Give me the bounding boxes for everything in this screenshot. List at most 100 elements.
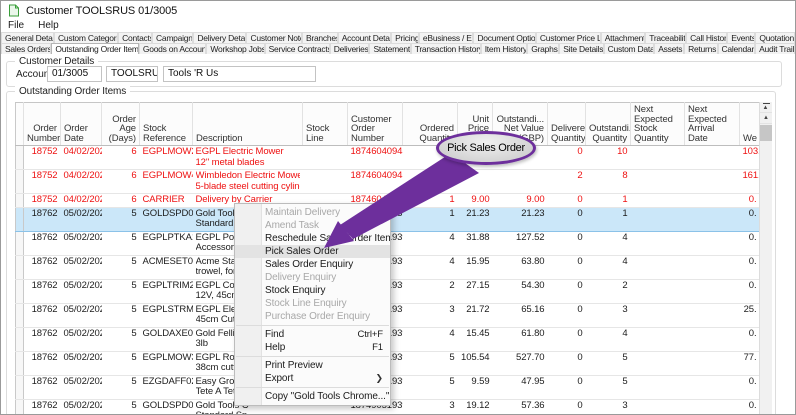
cell-weight: 0. [740,207,760,231]
tab-service-contracts[interactable]: Service Contracts [265,43,330,54]
column-header-weight[interactable]: We [740,103,760,146]
cell-outstanding_qty: 3 [586,399,631,415]
tab-workshop-jobs[interactable]: Workshop Jobs [206,43,264,54]
scroll-to-top-button[interactable]: ▲ [760,102,772,113]
tab-quotations[interactable]: Quotations [755,32,795,43]
column-header-order_number[interactable]: Order Number [24,103,61,146]
column-header-customer_order_number[interactable]: Customer Order Number [348,103,403,146]
menu-item-pick-sales-order[interactable]: Pick Sales Order [235,245,390,258]
tab-outstanding-order-items[interactable]: Outstanding Order Items [51,43,138,54]
tab-goods-on-account[interactable]: Goods on Account [139,43,207,54]
cell-net_value: 21.23 [493,207,548,231]
tab-document-options[interactable]: Document Options [473,32,535,43]
row-selector[interactable] [16,351,24,375]
row-selector[interactable] [16,194,24,208]
tab-graphs[interactable]: Graphs [527,43,559,54]
tab-account-details[interactable]: Account Details [338,32,391,43]
account-name-field[interactable]: Tools 'R Us [163,66,316,82]
cell-next_arrival [685,279,740,303]
row-selector[interactable] [16,207,24,231]
menu-item-sales-order-enquiry[interactable]: Sales Order Enquiry [235,258,390,271]
row-selector[interactable] [16,399,24,415]
row-selector[interactable] [16,170,24,194]
cell-delivered_qty: 0 [548,255,586,279]
menu-item-maintain-delivery: Maintain Delivery [235,206,390,219]
column-header-delivered_qty[interactable]: Delivered Quantity [548,103,586,146]
cell-weight: 0. [740,255,760,279]
column-header-next_arrival[interactable]: Next Expected Arrival Date [685,103,740,146]
menu-item-help[interactable]: HelpF1 [235,341,390,354]
row-selector[interactable] [16,146,24,170]
tab-deliveries[interactable]: Deliveries [330,43,370,54]
table-row[interactable]: 1875204/02/20266EGPLMOW4Wimbledon Electr… [16,170,760,194]
vertical-scrollbar[interactable]: ▲ ▲ [759,102,772,415]
tab-events[interactable]: Events [727,32,755,43]
tab-pricing[interactable]: Pricing [391,32,419,43]
tab-statement[interactable]: Statement [369,43,410,54]
tab-branches[interactable]: Branches [302,32,338,43]
row-selector[interactable] [16,279,24,303]
cell-next_arrival [685,207,740,231]
cell-order_age: 5 [102,231,140,255]
cell-outstanding_qty: 4 [586,231,631,255]
row-selector[interactable] [16,303,24,327]
menu-separator [236,325,389,326]
row-selector[interactable] [16,255,24,279]
tab-attachments[interactable]: Attachments [601,32,645,43]
menu-shortcut: Ctrl+F [357,328,383,341]
table-row[interactable]: 1875204/02/20266EGPLMOW2EGPL Electric Mo… [16,146,760,170]
menu-item-export[interactable]: Export❯ [235,372,390,385]
row-selector[interactable] [16,231,24,255]
tab-customer-price-list[interactable]: Customer Price List [536,32,601,43]
tab-transaction-history[interactable]: Transaction History [411,43,481,54]
tab-customer-notes[interactable]: Customer Notes [246,32,301,43]
column-header-stock_ref[interactable]: Stock Reference [140,103,193,146]
tab-audit-trail[interactable]: Audit Trail [755,43,795,54]
cell-next_arrival [685,146,740,170]
account-short-name-field[interactable]: TOOLSRUS [106,66,158,82]
menu-item-reschedule-sales-order-items[interactable]: Reschedule Sales Order Items [235,232,390,245]
tab-custom-categories[interactable]: Custom Categories [54,32,118,43]
tab-custom-data[interactable]: Custom Data [604,43,655,54]
column-header-next_stock_qty[interactable]: Next Expected Stock Quantity [631,103,685,146]
cell-order_age: 5 [102,303,140,327]
column-header-stock_line[interactable]: Stock Line [303,103,348,146]
column-header-order_age[interactable]: Order Age (Days) [102,103,140,146]
context-menu: Maintain DeliveryAmend TaskReschedule Sa… [234,203,391,406]
menu-file[interactable]: File [1,20,31,32]
tab-contacts[interactable]: Contacts [118,32,152,43]
tab-item-history[interactable]: Item History [481,43,528,54]
row-selector[interactable] [16,375,24,399]
cell-stock_line [303,146,348,170]
tab-delivery-details[interactable]: Delivery Details [193,32,246,43]
tab-sales-orders[interactable]: Sales Orders [1,43,51,54]
tab-general-details[interactable]: General Details [1,32,54,43]
tab-returns[interactable]: Returns [684,43,717,54]
menu-item-print-preview[interactable]: Print Preview [235,359,390,372]
menu-item-stock-enquiry[interactable]: Stock Enquiry [235,284,390,297]
menu-help[interactable]: Help [31,20,66,32]
menu-item-find[interactable]: FindCtrl+F [235,328,390,341]
row-selector[interactable] [16,327,24,351]
column-header-order_date[interactable]: Order Date [61,103,102,146]
scroll-up-button[interactable]: ▲ [760,113,772,124]
cell-delivered_qty: 0 [548,146,586,170]
tab-traceability[interactable]: Traceability [645,32,686,43]
column-header-description[interactable]: Description [193,103,303,146]
cell-stock_ref: EGPLSTRM1 [140,303,193,327]
tab-calendar[interactable]: Calendar [718,43,756,54]
cell-stock_ref: EGPLMOW3 [140,351,193,375]
cell-net_value: 54.30 [493,279,548,303]
account-code-field[interactable]: 01/3005 [47,66,102,82]
cell-order_age: 6 [102,194,140,208]
cell-outstanding_qty: 10 [586,146,631,170]
column-header-outstanding_qty[interactable]: Outstandi... Quantity [586,103,631,146]
scrollbar-thumb[interactable] [760,125,772,141]
tab-assets[interactable]: Assets [654,43,684,54]
tab-campaigns[interactable]: Campaigns [152,32,193,43]
tab-site-details[interactable]: Site Details [559,43,603,54]
tab-call-history[interactable]: Call History [686,32,727,43]
menu-item-copy-gold-tools-chrome[interactable]: Copy "Gold Tools Chrome..." [235,390,390,403]
cell-ordered_qty: 4 [403,327,458,351]
tab-ebusiness-edi[interactable]: eBusiness / EDI [419,32,474,43]
